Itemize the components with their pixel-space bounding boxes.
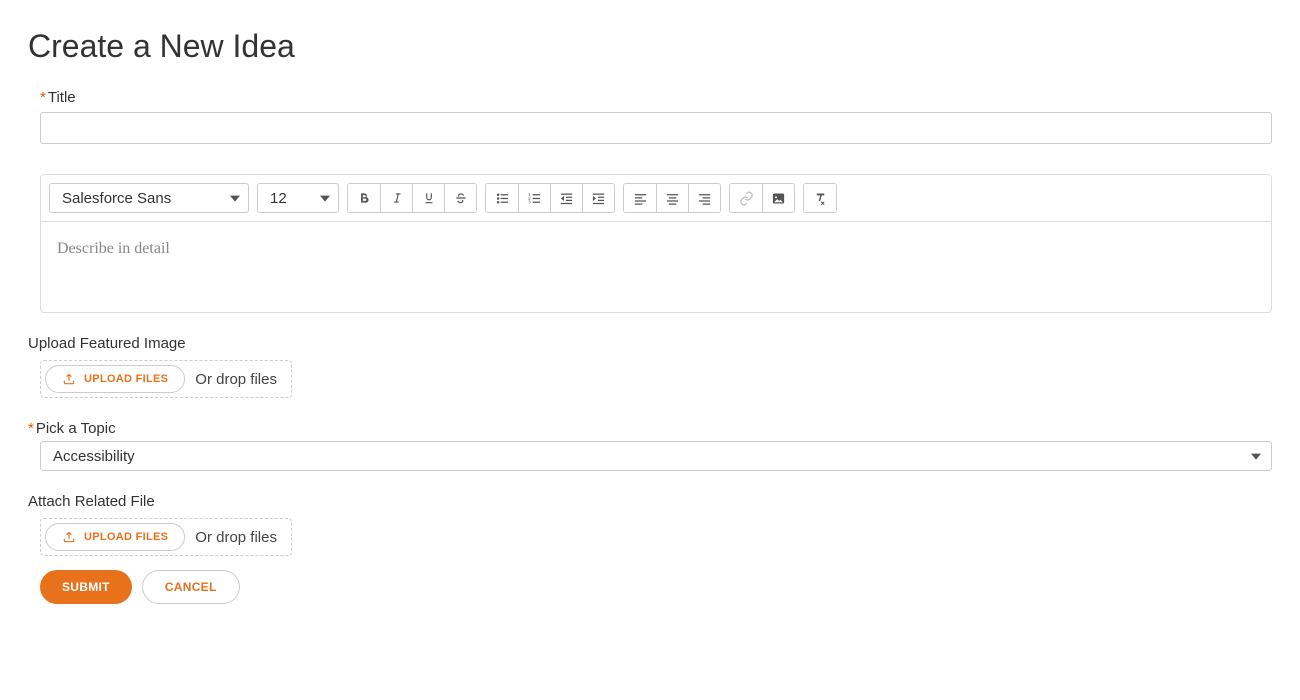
topic-select-value: Accessibility	[53, 448, 135, 465]
featured-upload-button[interactable]: UPLOAD FILES	[45, 365, 185, 393]
strikethrough-button[interactable]	[444, 184, 476, 212]
attach-upload-zone[interactable]: UPLOAD FILES Or drop files	[40, 518, 292, 556]
outdent-button[interactable]	[550, 184, 582, 212]
upload-featured-label: Upload Featured Image	[28, 335, 1272, 352]
indent-icon	[591, 191, 606, 206]
font-size-select[interactable]: 12	[257, 183, 339, 213]
submit-button[interactable]: SUBMIT	[40, 570, 132, 604]
list-group: 123	[485, 183, 615, 213]
cancel-button[interactable]: CANCEL	[142, 570, 240, 604]
text-style-group	[347, 183, 477, 213]
topic-select[interactable]: Accessibility	[40, 441, 1272, 471]
link-icon	[739, 191, 754, 206]
featured-drop-text: Or drop files	[195, 371, 287, 388]
align-left-button[interactable]	[624, 184, 656, 212]
font-size-value: 12	[270, 190, 287, 207]
align-group	[623, 183, 721, 213]
align-center-icon	[665, 191, 680, 206]
indent-button[interactable]	[582, 184, 614, 212]
attach-drop-text: Or drop files	[195, 529, 287, 546]
image-button[interactable]	[762, 184, 794, 212]
bold-icon	[357, 191, 371, 205]
topic-label-text: Pick a Topic	[36, 420, 116, 437]
image-icon	[771, 191, 786, 206]
underline-button[interactable]	[412, 184, 444, 212]
align-right-button[interactable]	[688, 184, 720, 212]
attach-upload-button[interactable]: UPLOAD FILES	[45, 523, 185, 551]
required-star-icon: *	[40, 89, 46, 106]
italic-icon	[390, 191, 404, 205]
numbered-list-button[interactable]: 123	[518, 184, 550, 212]
underline-icon	[422, 191, 436, 205]
clear-format-icon	[813, 191, 828, 206]
align-left-icon	[633, 191, 648, 206]
italic-button[interactable]	[380, 184, 412, 212]
caret-down-icon	[1251, 454, 1261, 460]
topic-label: *Pick a Topic	[28, 420, 1272, 437]
link-button[interactable]	[730, 184, 762, 212]
numbered-list-icon: 123	[527, 191, 542, 206]
align-center-button[interactable]	[656, 184, 688, 212]
outdent-icon	[559, 191, 574, 206]
caret-down-icon	[230, 196, 240, 202]
page-title: Create a New Idea	[28, 28, 1272, 65]
align-right-icon	[697, 191, 712, 206]
clear-group	[803, 183, 837, 213]
attach-label: Attach Related File	[28, 493, 1272, 510]
description-editor: Salesforce Sans 12	[40, 174, 1272, 313]
featured-upload-zone[interactable]: UPLOAD FILES Or drop files	[40, 360, 292, 398]
title-field: *Title	[40, 89, 1272, 144]
svg-text:3: 3	[528, 199, 531, 204]
title-label-text: Title	[48, 89, 76, 106]
clear-format-button[interactable]	[804, 184, 836, 212]
upload-button-label: UPLOAD FILES	[84, 373, 168, 385]
title-input[interactable]	[40, 112, 1272, 144]
form-actions: SUBMIT CANCEL	[40, 570, 1272, 604]
required-star-icon: *	[28, 420, 34, 437]
bold-button[interactable]	[348, 184, 380, 212]
font-family-select[interactable]: Salesforce Sans	[49, 183, 249, 213]
upload-icon	[62, 372, 76, 386]
upload-button-label: UPLOAD FILES	[84, 531, 168, 543]
bullet-list-button[interactable]	[486, 184, 518, 212]
font-family-value: Salesforce Sans	[62, 190, 171, 207]
description-textarea[interactable]: Describe in detail	[41, 222, 1271, 312]
strikethrough-icon	[454, 191, 468, 205]
rte-toolbar: Salesforce Sans 12	[41, 175, 1271, 222]
upload-icon	[62, 530, 76, 544]
insert-group	[729, 183, 795, 213]
caret-down-icon	[320, 196, 330, 202]
bullet-list-icon	[495, 191, 510, 206]
title-label: *Title	[40, 89, 1272, 106]
